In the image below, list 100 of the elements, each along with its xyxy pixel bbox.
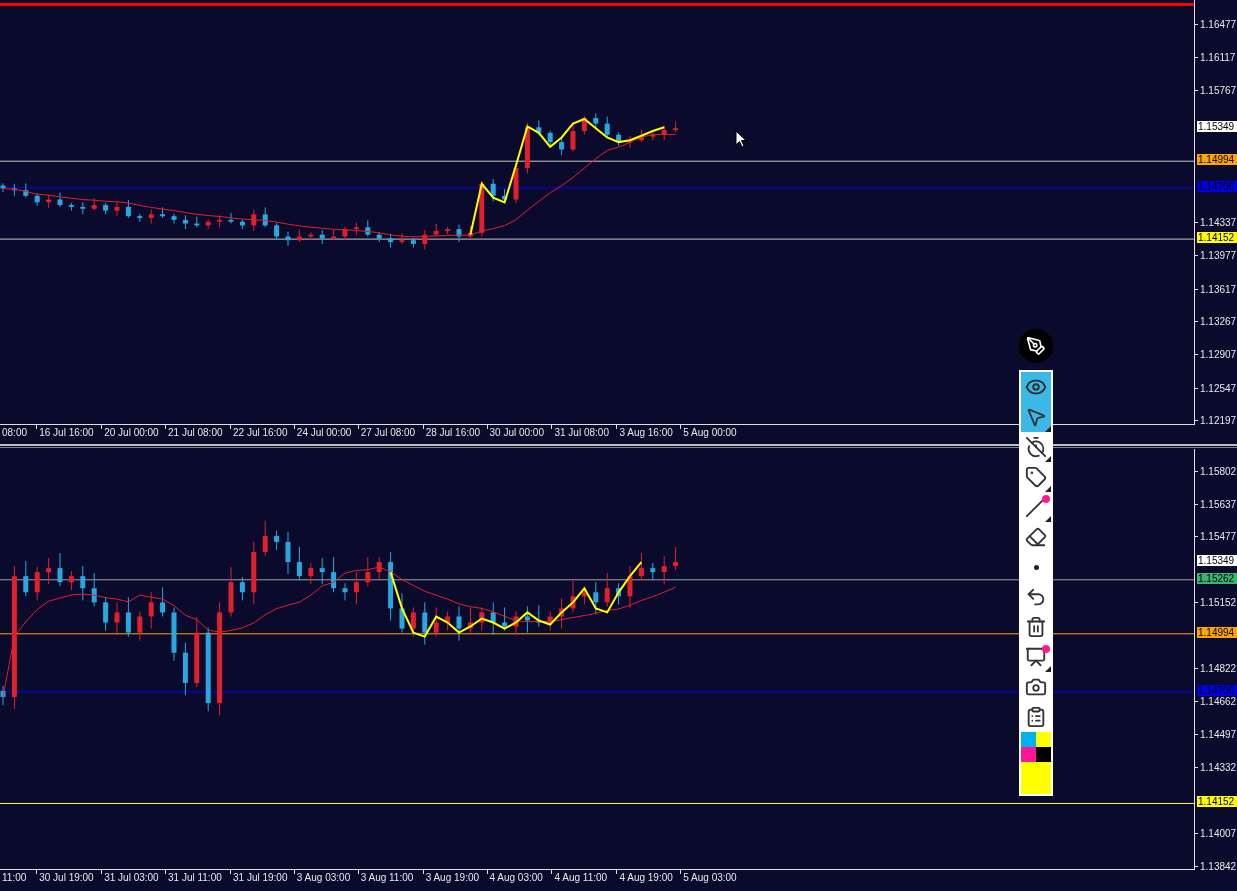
candle: [422, 601, 428, 646]
axis-label: 1.16117: [1200, 52, 1236, 64]
price-label: 1.15262: [1197, 572, 1237, 584]
candle: [524, 122, 530, 175]
axis-label: 1.13977: [1200, 250, 1237, 262]
candle: [399, 232, 405, 245]
candle: [34, 193, 40, 207]
price-label: 1.15349: [1197, 555, 1237, 567]
price-label: 1.14994: [1197, 154, 1237, 166]
candle: [239, 576, 245, 601]
candle: [536, 119, 542, 136]
candle: [114, 201, 120, 217]
candle: [547, 610, 553, 632]
axis-label: 1.14662: [1200, 695, 1237, 707]
candle: [638, 552, 644, 581]
candle: [570, 580, 576, 613]
axis-label: 1.15802: [1200, 465, 1237, 477]
candle: [11, 183, 17, 197]
axis-label: 1.15767: [1200, 84, 1237, 96]
axis-label: 3 Aug 03:00: [296, 872, 351, 884]
candle: [410, 606, 416, 638]
color-swatch[interactable]: [1036, 747, 1051, 762]
candle: [673, 546, 679, 571]
candle: [388, 233, 394, 249]
candle: [160, 586, 166, 617]
axis-label: 24 Jul 00:00: [296, 427, 352, 439]
candle: [46, 557, 52, 585]
axis-label: 28 Jul 16:00: [425, 427, 481, 439]
price-label: 1.14994: [1197, 626, 1237, 638]
axis-label: 21 Jul 08:00: [168, 427, 223, 439]
candle: [0, 182, 6, 193]
candle: [388, 551, 394, 621]
axis-label: 3 Aug 19:00: [425, 872, 480, 884]
candle: [239, 218, 245, 230]
camera-icon: [1025, 676, 1047, 698]
axis-label: 1.13267: [1200, 316, 1237, 327]
color-swatch[interactable]: [1036, 732, 1051, 747]
candle: [319, 557, 325, 585]
candle: [148, 591, 154, 630]
candle: [650, 131, 656, 141]
candle: [559, 597, 565, 630]
candle: [319, 229, 325, 245]
axis-label: 31 Jul 08:00: [554, 427, 609, 439]
candle: [171, 606, 177, 662]
candle: [422, 229, 428, 250]
axis-label: 1.14332: [1200, 762, 1237, 774]
candle: [502, 188, 508, 202]
axis-label: 30 Jul 00:00: [489, 427, 544, 439]
candle: [103, 202, 109, 215]
candle: [399, 592, 405, 634]
candle: [353, 571, 359, 605]
tool-button[interactable]: [1021, 372, 1051, 402]
axis-label: 1.15152: [1200, 596, 1237, 608]
axis-label: 1.12197: [1200, 415, 1237, 426]
candle: [433, 223, 439, 237]
candle: [638, 129, 644, 143]
candle: [23, 182, 29, 199]
axis-label: 27 Jul 08:00: [360, 427, 416, 439]
color-swatch[interactable]: [1021, 747, 1036, 762]
axis-label: 4 Aug 03:00: [489, 872, 543, 884]
candle: [581, 115, 587, 136]
axis-label: 1.15637: [1200, 499, 1237, 511]
candle: [490, 178, 496, 202]
candle: [274, 530, 280, 551]
candle: [68, 202, 74, 212]
candle: [68, 570, 74, 591]
axis-label: 1.15477: [1200, 531, 1237, 543]
candle: [262, 206, 268, 228]
axis-label: 31 Jul 03:00: [104, 872, 159, 884]
color-swatch[interactable]: [1021, 732, 1036, 747]
axis-label: 1.12907: [1200, 349, 1237, 361]
candle: [228, 212, 234, 225]
pen-logo[interactable]: [1019, 329, 1053, 363]
candle: [171, 213, 177, 225]
candle: [353, 222, 359, 236]
candle: [627, 135, 633, 149]
candle: [91, 197, 97, 212]
candle: [445, 610, 451, 632]
candle: [160, 206, 166, 219]
candle: [479, 606, 485, 632]
candle: [593, 112, 599, 130]
current-color[interactable]: [1021, 762, 1051, 794]
candle: [0, 685, 6, 706]
candle: [46, 194, 52, 209]
candle: [34, 566, 40, 601]
candle: [616, 582, 622, 605]
axis-label: 1.13842: [1200, 860, 1237, 872]
candle: [673, 120, 679, 133]
easel-icon: [1025, 646, 1047, 668]
axis-label: 5 Aug 00:00: [683, 427, 737, 439]
axis-label: 1.14337: [1200, 217, 1237, 228]
candle: [524, 605, 530, 634]
candle: [331, 229, 337, 241]
price-label: 1.14152: [1197, 232, 1237, 244]
axis-label: 1.14822: [1200, 663, 1237, 675]
candle: [616, 131, 622, 147]
axis-label: 31 Jul 11:00: [168, 872, 222, 884]
tool-button[interactable]: [1021, 402, 1051, 432]
candle: [182, 642, 188, 696]
candle: [456, 224, 462, 243]
